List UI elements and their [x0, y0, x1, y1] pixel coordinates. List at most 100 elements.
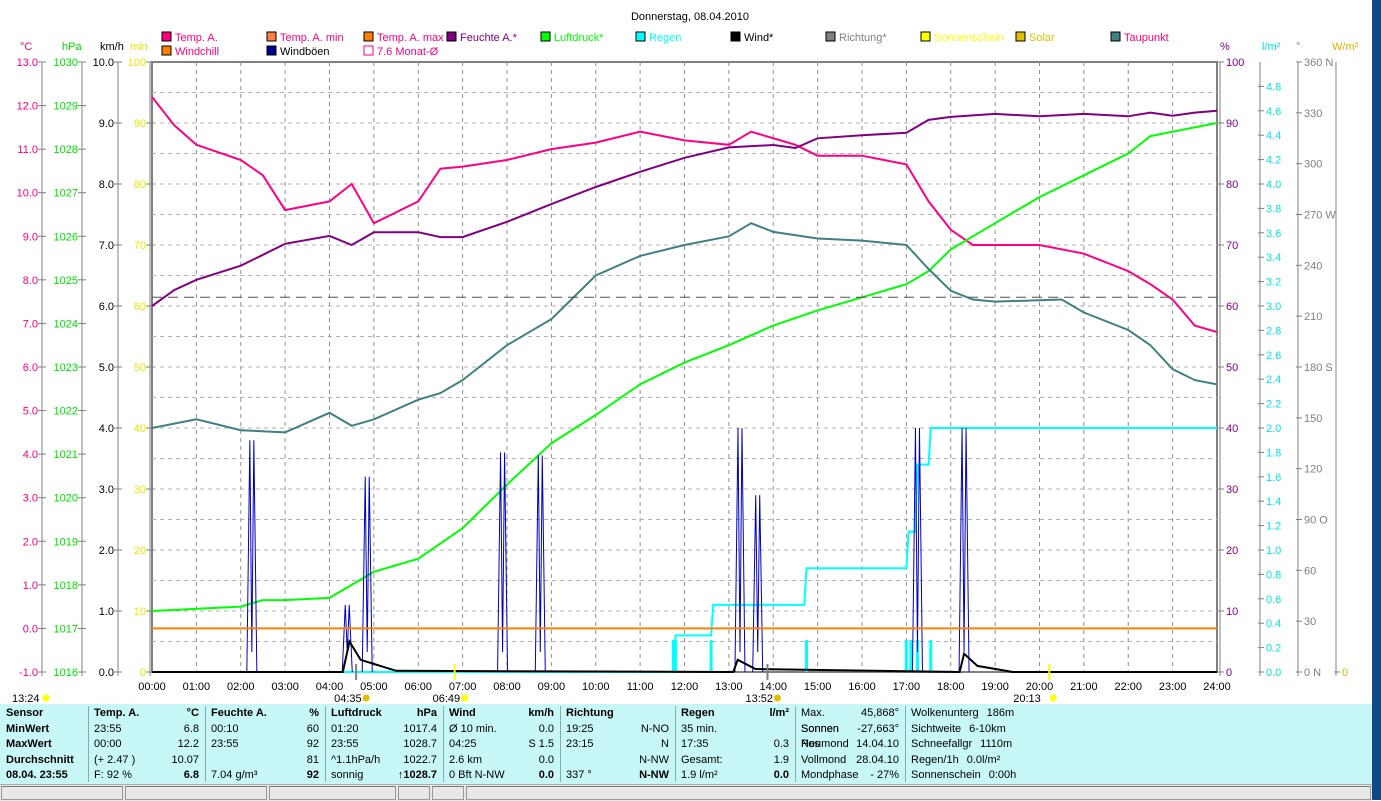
axis-unit: % [1220, 41, 1230, 53]
legend-label: Solar [1029, 32, 1055, 44]
legend-swatch [161, 31, 172, 42]
stats-col-feuchte: Feuchte A.% 00:10 60 23:55 92 81 7.04 g/m³ 92 [205, 706, 326, 782]
stats-cell: 23:55 [331, 738, 359, 750]
x-tick-label: 15:00 [804, 681, 832, 693]
stats-value: 28.04.10 [856, 753, 899, 766]
axis-tick-label: 1026 [54, 231, 78, 243]
legend-label: 7.6 Monat-Ø [377, 46, 439, 58]
axis-tick-label: 1017 [54, 623, 78, 635]
x-tick-label: 21:00 [1070, 681, 1098, 693]
axis-tick-label: 1025 [54, 275, 78, 287]
axis-tick-label: 6.0 [23, 362, 38, 374]
stats-col-sensor: Sensor MinWert MaxWert Durchschnitt 08.0… [0, 706, 89, 782]
axis-tick-label: 30 [1226, 484, 1238, 496]
stats-cell: sonnig [331, 769, 364, 781]
axis-tick-label: 4.0 [99, 423, 114, 435]
x-tick-label: 19:00 [981, 681, 1009, 693]
axis-tick-label: 10.0 [17, 188, 38, 200]
legend-label: Feuchte A.* [460, 32, 518, 44]
stats-head-unit: l/m² [769, 707, 789, 719]
axis-tick-label: 0 [1226, 667, 1232, 679]
stats-head: Temp. A. °C [88, 706, 205, 722]
stats-value: 0.3 [773, 738, 789, 750]
axis-tick-label: 3.0 [1266, 301, 1281, 313]
status-segment [269, 786, 396, 800]
axis-tick-label: 0.0 [99, 667, 114, 679]
axis-tick-label: 1029 [54, 101, 78, 113]
axis-tick-label: 4.0 [1266, 179, 1281, 191]
legend-label: Richtung* [839, 32, 887, 44]
x-tick-label: 24:00 [1203, 681, 1231, 693]
stats-value: 14.04.10 [856, 738, 899, 750]
legend-swatch [1110, 31, 1121, 42]
stats-row: 23:55 1028.7 [325, 737, 443, 753]
legend-swatch [635, 31, 646, 42]
axis-tick-label: 5.0 [99, 362, 114, 374]
axis-tick-label: 4.6 [1266, 106, 1281, 118]
stats-col-wind: Wind km/h Ø 10 min. 0.0 04:25 S 1.5 2.6 km 0.0 0… [443, 706, 561, 782]
stats-col-temp: Temp. A. °C 23:55 6.8 00:00 12.2 (+ 2.47 ) 10.0… [88, 706, 206, 782]
stats-cell: Vollmond [801, 753, 847, 766]
x-tick-label: 05:00 [360, 681, 388, 693]
stats-row: (+ 2.47 ) 10.07 [88, 753, 205, 769]
legend-label: Sonnenschein [934, 32, 1004, 44]
stats-head: Luftdruck hPa [325, 706, 443, 722]
status-segment [466, 786, 1371, 800]
axis-tick-label: 3.6 [1266, 228, 1281, 240]
stats-row: 04:25 S 1.5 [443, 737, 560, 753]
stats-cell: Sichtweite [911, 722, 962, 735]
axis-tick-label: 0.2 [1266, 643, 1281, 655]
stats-value: N-NW [639, 769, 669, 781]
stats-cell: F: 92 % [94, 769, 132, 781]
stats-cell: Sonnen Pos [801, 722, 839, 751]
axis-tick-label: 90 [134, 118, 146, 130]
x-tick-label: 03:00 [271, 681, 299, 693]
moonset-icon [773, 694, 781, 702]
stats-col-sonne: Max. Sonnen 45,868° Sonnen Pos -27,663° Neum… [795, 706, 906, 782]
stats-value: 12.2 [177, 738, 199, 750]
stats-row: Sichtweite 6-10km [905, 722, 1075, 738]
stats-row: 2.6 km 0.0 [443, 753, 560, 769]
axis-tick-label: 3.2 [1266, 277, 1281, 289]
legend-label: Temp. A. min [280, 32, 344, 44]
stats-col-luftdruck: Luftdruck hPa 01:20 1017.4 23:55 1028.7 ^1.1hP… [325, 706, 444, 782]
axis-tick-label: 0.4 [1266, 618, 1281, 630]
axis-tick-label: 2.8 [1266, 325, 1281, 337]
x-tick-label: 13:00 [715, 681, 743, 693]
stats-head-unit: % [309, 707, 319, 719]
legend-swatch [825, 31, 836, 42]
axis-tick-label: 9.0 [99, 118, 114, 130]
axis-tick-label: 0.0 [23, 623, 38, 635]
stats-label: 08.04. 23:55 [6, 769, 68, 781]
axis-tick-label: 1016 [54, 667, 78, 679]
x-tick-label: 07:00 [449, 681, 477, 693]
axis-tick-label: 1022 [54, 406, 78, 418]
axis-tick-label: 40 [134, 423, 146, 435]
stats-value: N-NW [639, 753, 669, 766]
stats-row: Neumond 14.04.10 [795, 737, 905, 753]
stats-row: Vollmond 28.04.10 [795, 753, 905, 769]
stats-cell: (+ 2.47 ) [94, 753, 136, 766]
stats-head-label: Wind [449, 707, 476, 719]
marker-time-moon: 13:24 [12, 693, 40, 704]
axis-tick-label: 2.4 [1266, 374, 1281, 386]
stats-value: 0.0 [538, 753, 554, 766]
stats-cell: 23:55 [94, 722, 122, 735]
status-segment [1, 786, 123, 800]
stats-head-label: Feuchte A. [211, 707, 267, 719]
axis-tick-label: 80 [1226, 179, 1238, 191]
chart-title: Donnerstag, 08.04.2010 [631, 11, 749, 23]
legend-swatch [266, 31, 277, 42]
axis-tick-label: 100 [1226, 57, 1244, 69]
axis-tick-label: 4.8 [1266, 81, 1281, 93]
legend-swatch [363, 31, 374, 42]
stats-cell: 23:55 [211, 738, 239, 750]
axis-tick-label: 210 [1304, 311, 1322, 323]
stats-row: 7.04 g/m³ 92 [205, 768, 325, 784]
stats-cell: 2.6 km [449, 753, 483, 766]
legend-swatch [161, 45, 172, 56]
stats-value: 1.9 [773, 753, 789, 766]
stats-row: Schneefallgr 1110m [905, 737, 1075, 753]
axis-tick-label: 3.8 [1266, 203, 1281, 215]
stats-row: F: 92 % 6.8 [88, 768, 205, 784]
